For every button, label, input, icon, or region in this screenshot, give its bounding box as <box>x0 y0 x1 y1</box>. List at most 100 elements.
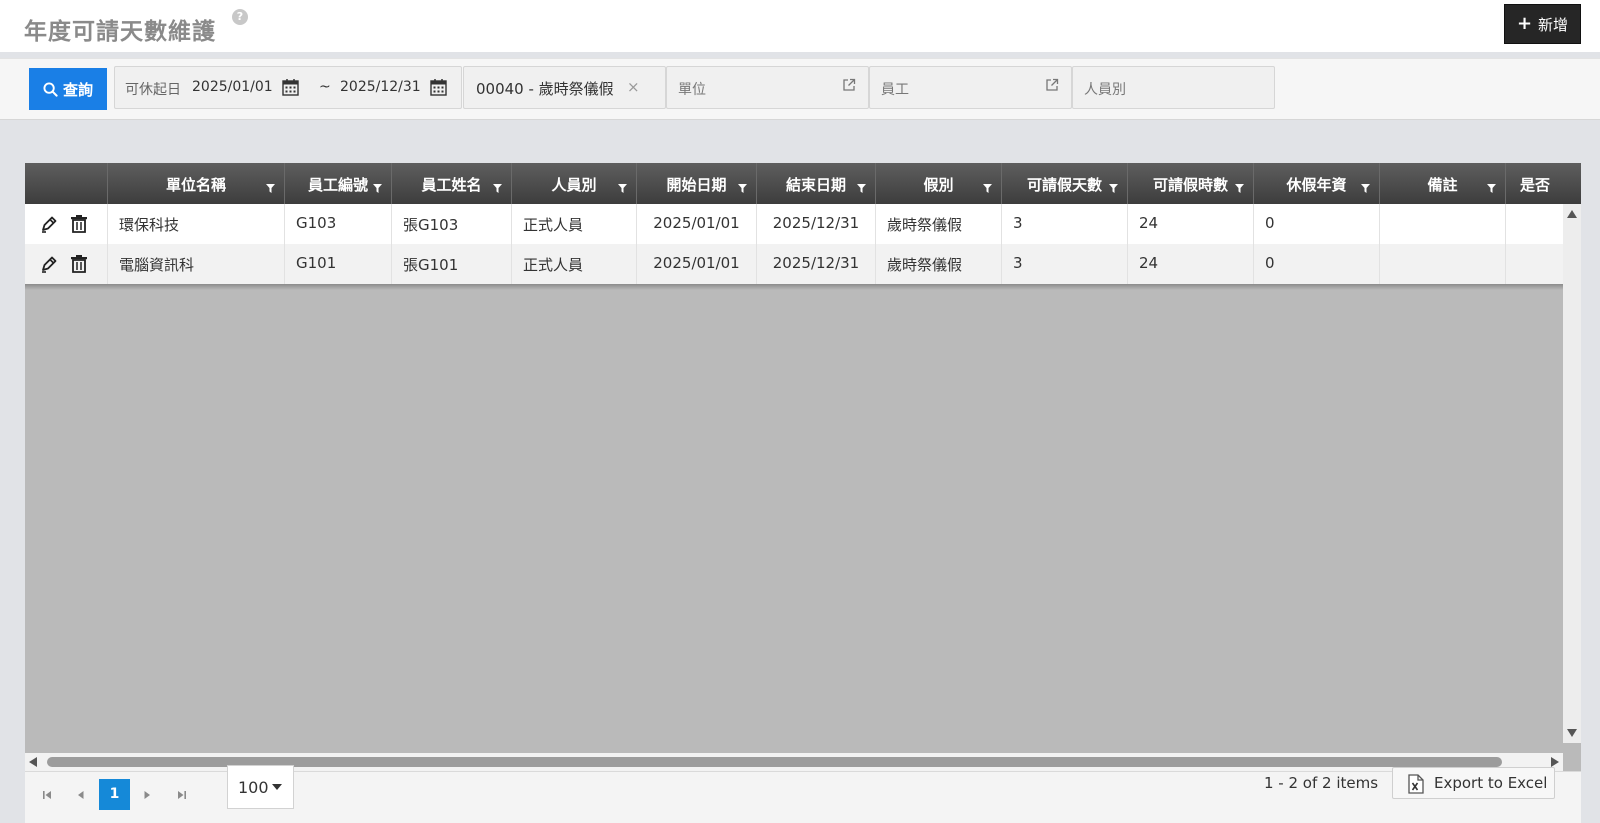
grid-body-shadow <box>25 284 1563 290</box>
external-link-icon[interactable] <box>1045 78 1059 92</box>
table-row[interactable]: 電腦資訊科 G101 張G101 正式人員 2025/01/01 2025/12… <box>25 244 1563 284</box>
last-page-icon[interactable] <box>174 787 190 803</box>
pager: 1 100 1 - 2 of 2 items Export to Excel <box>25 765 1581 823</box>
external-link-icon[interactable] <box>842 78 856 92</box>
excel-icon <box>1408 774 1424 794</box>
filter-icon[interactable] <box>1487 184 1496 193</box>
cell-end-date: 2025/12/31 <box>757 244 876 284</box>
previous-page-icon[interactable] <box>73 787 89 803</box>
export-button-label: Export to Excel <box>1434 774 1548 792</box>
scroll-up-icon[interactable] <box>1567 210 1577 218</box>
cell-leave-hours: 24 <box>1128 244 1254 284</box>
filter-icon[interactable] <box>1109 184 1118 193</box>
column-header[interactable]: 假別 <box>876 163 1002 204</box>
date-range-field: 可休起日 2025/01/01 ~ 2025/12/31 <box>114 66 462 109</box>
calendar-icon[interactable] <box>430 78 447 96</box>
cell-end-date: 2025/12/31 <box>757 204 876 244</box>
column-header[interactable]: 員工編號 <box>285 163 392 204</box>
cell-flag <box>1506 244 1563 284</box>
edit-icon[interactable] <box>39 214 59 234</box>
page-title: 年度可請天數維護 <box>24 19 216 45</box>
data-grid: 單位名稱 員工編號 員工姓名 人員別 開始日期 結束日期 假別 可請假天數 可請… <box>25 163 1581 771</box>
next-page-icon[interactable] <box>139 787 155 803</box>
query-button-label: 查詢 <box>62 80 93 99</box>
filter-icon[interactable] <box>1235 184 1244 193</box>
column-header[interactable]: 單位名稱 <box>108 163 285 204</box>
delete-icon[interactable] <box>69 254 89 274</box>
cell-unit-name: 環保科技 <box>108 204 285 244</box>
column-header[interactable]: 休假年資 <box>1254 163 1380 204</box>
add-button-label: 新增 <box>1538 15 1569 34</box>
date-range-separator: ~ <box>319 79 331 95</box>
query-button[interactable]: 查詢 <box>29 68 107 110</box>
edit-icon[interactable] <box>39 254 59 274</box>
cell-remarks <box>1380 244 1506 284</box>
cell-person-type: 正式人員 <box>512 244 637 284</box>
search-icon <box>43 81 58 97</box>
cell-remarks <box>1380 204 1506 244</box>
column-header[interactable]: 備註 <box>1380 163 1506 204</box>
grid-body: 環保科技 G103 張G103 正式人員 2025/01/01 2025/12/… <box>25 204 1563 284</box>
column-header[interactable]: 結束日期 <box>757 163 876 204</box>
date-to-input[interactable]: 2025/12/31 <box>340 79 421 95</box>
cell-flag <box>1506 204 1563 244</box>
cell-leave-type: 歲時祭儀假 <box>876 244 1002 284</box>
employee-field[interactable]: 員工 <box>869 66 1072 109</box>
filter-icon[interactable] <box>1361 184 1370 193</box>
delete-icon[interactable] <box>69 214 89 234</box>
row-actions-cell <box>25 204 108 244</box>
filter-icon[interactable] <box>738 184 747 193</box>
leave-type-select[interactable]: 00040 - 歲時祭儀假 × <box>463 66 666 109</box>
cell-leave-days: 3 <box>1002 204 1128 244</box>
cell-unit-name: 電腦資訊科 <box>108 244 285 284</box>
page-size-select[interactable]: 100 <box>227 765 294 809</box>
column-header[interactable]: 是否 <box>1506 163 1581 204</box>
scroll-right-icon[interactable] <box>1551 757 1559 767</box>
add-button[interactable]: + 新增 <box>1504 4 1581 44</box>
page-number-current[interactable]: 1 <box>99 779 130 810</box>
cell-seniority: 0 <box>1254 204 1380 244</box>
filter-icon[interactable] <box>983 184 992 193</box>
date-range-label: 可休起日 <box>125 82 181 98</box>
cell-employee-name: 張G103 <box>392 204 512 244</box>
export-excel-button[interactable]: Export to Excel <box>1392 767 1555 799</box>
cell-start-date: 2025/01/01 <box>637 204 757 244</box>
items-count: 1 - 2 of 2 items <box>1264 774 1379 792</box>
scroll-left-icon[interactable] <box>29 757 37 767</box>
vertical-scrollbar[interactable] <box>1563 204 1581 743</box>
cell-employee-name: 張G101 <box>392 244 512 284</box>
calendar-icon[interactable] <box>282 78 299 96</box>
cell-start-date: 2025/01/01 <box>637 244 757 284</box>
column-header[interactable]: 可請假天數 <box>1002 163 1128 204</box>
leave-type-value: 00040 - 歲時祭儀假 <box>476 80 614 98</box>
scroll-down-icon[interactable] <box>1567 729 1577 737</box>
unit-field[interactable]: 單位 <box>666 66 869 109</box>
column-header-actions <box>25 163 108 204</box>
filter-icon[interactable] <box>618 184 627 193</box>
filter-icon[interactable] <box>857 184 866 193</box>
table-row[interactable]: 環保科技 G103 張G103 正式人員 2025/01/01 2025/12/… <box>25 204 1563 244</box>
unit-placeholder: 單位 <box>678 82 706 98</box>
page-size-value: 100 <box>238 778 269 797</box>
cell-leave-days: 3 <box>1002 244 1128 284</box>
column-header[interactable]: 員工姓名 <box>392 163 512 204</box>
plus-icon: + <box>1516 13 1533 34</box>
person-type-placeholder: 人員別 <box>1084 82 1126 98</box>
column-header[interactable]: 可請假時數 <box>1128 163 1254 204</box>
person-type-field[interactable]: 人員別 <box>1072 66 1275 109</box>
column-header[interactable]: 人員別 <box>512 163 637 204</box>
page-header: 年度可請天數維護 ? + 新增 <box>0 0 1600 52</box>
filter-icon[interactable] <box>493 184 502 193</box>
filter-icon[interactable] <box>373 184 382 193</box>
column-header[interactable]: 開始日期 <box>637 163 757 204</box>
date-from-input[interactable]: 2025/01/01 <box>192 79 273 95</box>
cell-leave-type: 歲時祭儀假 <box>876 204 1002 244</box>
cell-leave-hours: 24 <box>1128 204 1254 244</box>
column-header-label: 是否 <box>1520 176 1551 194</box>
filter-bar: 查詢 可休起日 2025/01/01 ~ 2025/12/31 00040 - … <box>0 58 1600 120</box>
help-icon[interactable]: ? <box>232 9 248 25</box>
first-page-icon[interactable] <box>39 787 55 803</box>
filter-icon[interactable] <box>266 184 275 193</box>
chevron-down-icon <box>272 784 282 790</box>
clear-icon[interactable]: × <box>627 78 640 96</box>
